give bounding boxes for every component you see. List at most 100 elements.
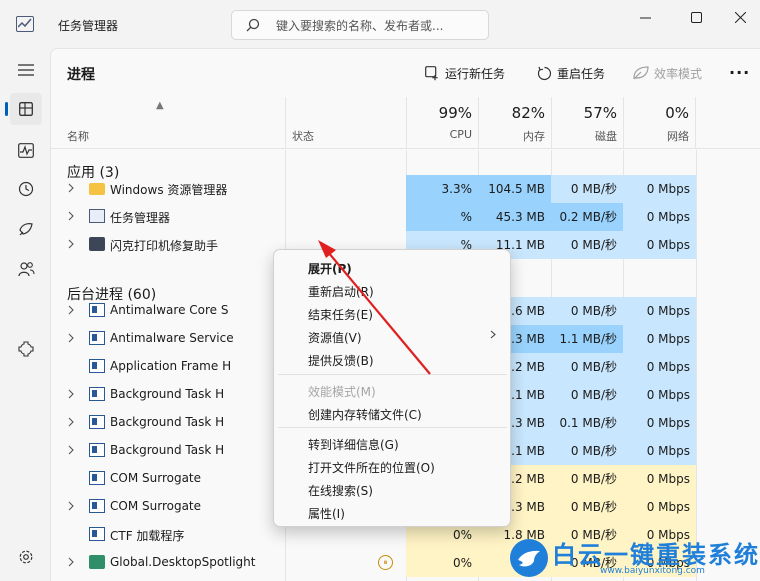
chevron-right-icon[interactable] [68, 183, 74, 193]
disk-total: 57% [583, 104, 617, 122]
memory-value: 45.3 MB [478, 203, 551, 231]
disk-label: 磁盘 [595, 130, 617, 143]
menu-item-expand[interactable]: 展开(P) [308, 260, 352, 277]
service-icon [89, 415, 105, 429]
column-cpu[interactable]: 99% CPU [406, 97, 478, 149]
disk-value: 0.1 MB/秒 [551, 409, 623, 437]
menu-item-restart[interactable]: 重新启动(R) [308, 283, 374, 300]
sidebar-item-settings[interactable] [10, 541, 42, 573]
menu-item-open-file-location[interactable]: 打开文件所在的位置(O) [308, 459, 435, 476]
hamburger-menu-icon [18, 64, 34, 76]
bird-logo-icon [510, 539, 548, 577]
memory-label: 内存 [523, 130, 545, 143]
disk-value: 1.1 MB/秒 [551, 325, 623, 353]
run-new-task-label: 运行新任务 [445, 66, 506, 81]
chevron-right-icon[interactable] [68, 239, 74, 249]
chevron-right-icon[interactable] [68, 501, 74, 511]
close-button[interactable] [717, 0, 760, 34]
chevron-right-icon[interactable] [68, 389, 74, 399]
chevron-right-icon[interactable] [68, 417, 74, 427]
minimize-icon [639, 17, 651, 18]
process-name: Background Task H [110, 415, 225, 429]
process-name: Background Task H [110, 443, 225, 457]
service-icon [89, 303, 105, 317]
restart-task-button[interactable]: 重启任务 [537, 62, 605, 84]
sidebar-item-users[interactable] [10, 253, 42, 285]
service-icon [89, 471, 105, 485]
cpu-value: % [406, 203, 478, 231]
disk-value: 0 MB/秒 [551, 297, 623, 325]
service-icon [89, 499, 105, 513]
process-name: Antimalware Service [110, 331, 234, 345]
column-network[interactable]: 0% 网络 [623, 97, 696, 149]
sidebar-item-performance[interactable] [10, 134, 42, 166]
services-icon [18, 341, 34, 357]
efficiency-mode-button[interactable]: 效率模式 [633, 62, 702, 84]
table-row[interactable]: 任务管理器% 45.3 MB 0.2 MB/秒 0 Mbps [51, 203, 760, 231]
column-disk[interactable]: 57% 磁盘 [551, 97, 623, 149]
submenu-chevron-icon [490, 330, 496, 339]
printer-icon [89, 237, 105, 251]
run-new-task-icon [425, 65, 438, 80]
column-status[interactable]: 状态 [285, 97, 406, 149]
process-name: COM Surrogate [110, 499, 202, 513]
menu-item-end-task[interactable]: 结束任务(E) [308, 306, 373, 323]
menu-item-resource-values[interactable]: 资源值(V) [308, 329, 362, 346]
watermark: 白云一键重装系统 www.baiyunxitong.com [508, 535, 760, 581]
network-value: 0 Mbps [623, 409, 696, 437]
task-manager-icon [89, 209, 105, 223]
column-header: ▲ 名称 状态 99% CPU 82% 内存 57% 磁盘 0% 网络 [51, 97, 760, 149]
efficiency-mode-label: 效率模式 [654, 66, 703, 81]
chevron-right-icon[interactable] [68, 211, 74, 221]
menu-item-search-online[interactable]: 在线搜索(S) [308, 482, 373, 499]
chevron-right-icon[interactable] [68, 305, 74, 315]
minimize-button[interactable] [622, 0, 668, 34]
search-box[interactable] [231, 10, 489, 40]
chevron-right-icon[interactable] [68, 333, 74, 343]
menu-item-properties[interactable]: 属性(I) [308, 505, 345, 522]
sidebar-item-startup-apps[interactable] [10, 213, 42, 245]
service-icon [89, 443, 105, 457]
cpu-value: 0% [406, 549, 478, 577]
more-options-button[interactable]: ··· [729, 63, 750, 82]
active-indicator [5, 102, 8, 116]
table-row[interactable]: Windows 资源管理器 3.3% 104.5 MB 0 MB/秒 0 Mbps [51, 175, 760, 203]
service-icon [89, 359, 105, 373]
maximize-button[interactable] [673, 0, 719, 34]
run-new-task-button[interactable]: 运行新任务 [425, 62, 505, 84]
disk-value: 0 MB/秒 [551, 231, 623, 259]
process-name: COM Surrogate [110, 471, 202, 485]
watermark-text: 白云一键重装系统 [552, 541, 760, 569]
hamburger-menu-button[interactable] [10, 54, 42, 86]
column-status-label: 状态 [292, 130, 314, 143]
menu-item-create-dump[interactable]: 创建内存转储文件(C) [308, 406, 422, 423]
column-name[interactable]: ▲ 名称 [51, 97, 285, 149]
sidebar-item-app-history[interactable] [10, 173, 42, 205]
network-value: 0 Mbps [623, 465, 696, 493]
app-history-icon [18, 181, 34, 197]
pause-status-icon: ⏸ [378, 555, 393, 570]
restart-task-label: 重启任务 [557, 66, 606, 81]
restart-icon [537, 66, 552, 80]
performance-icon [18, 142, 34, 158]
folder-icon [89, 183, 105, 195]
process-name: Global.DesktopSpotlight [110, 555, 256, 569]
column-name-label: 名称 [67, 130, 89, 143]
column-memory[interactable]: 82% 内存 [478, 97, 551, 149]
menu-item-go-to-details[interactable]: 转到详细信息(G) [308, 436, 399, 453]
chevron-right-icon[interactable] [68, 557, 74, 567]
sidebar-item-services[interactable] [10, 333, 42, 365]
network-value: 0 Mbps [623, 175, 696, 203]
network-value: 0 Mbps [623, 325, 696, 353]
disk-value: 0 MB/秒 [551, 353, 623, 381]
page-title: 进程 [67, 67, 95, 83]
search-input[interactable] [276, 17, 481, 35]
menu-item-efficiency-mode: 效能模式(M) [308, 385, 376, 399]
chevron-right-icon[interactable] [68, 445, 74, 455]
network-value: 0 Mbps [623, 493, 696, 521]
close-icon [734, 11, 746, 23]
disk-value: 0 MB/秒 [551, 465, 623, 493]
menu-item-feedback[interactable]: 提供反馈(B) [308, 352, 374, 369]
sidebar-item-processes[interactable] [5, 93, 42, 125]
process-name: Application Frame H [110, 359, 232, 373]
